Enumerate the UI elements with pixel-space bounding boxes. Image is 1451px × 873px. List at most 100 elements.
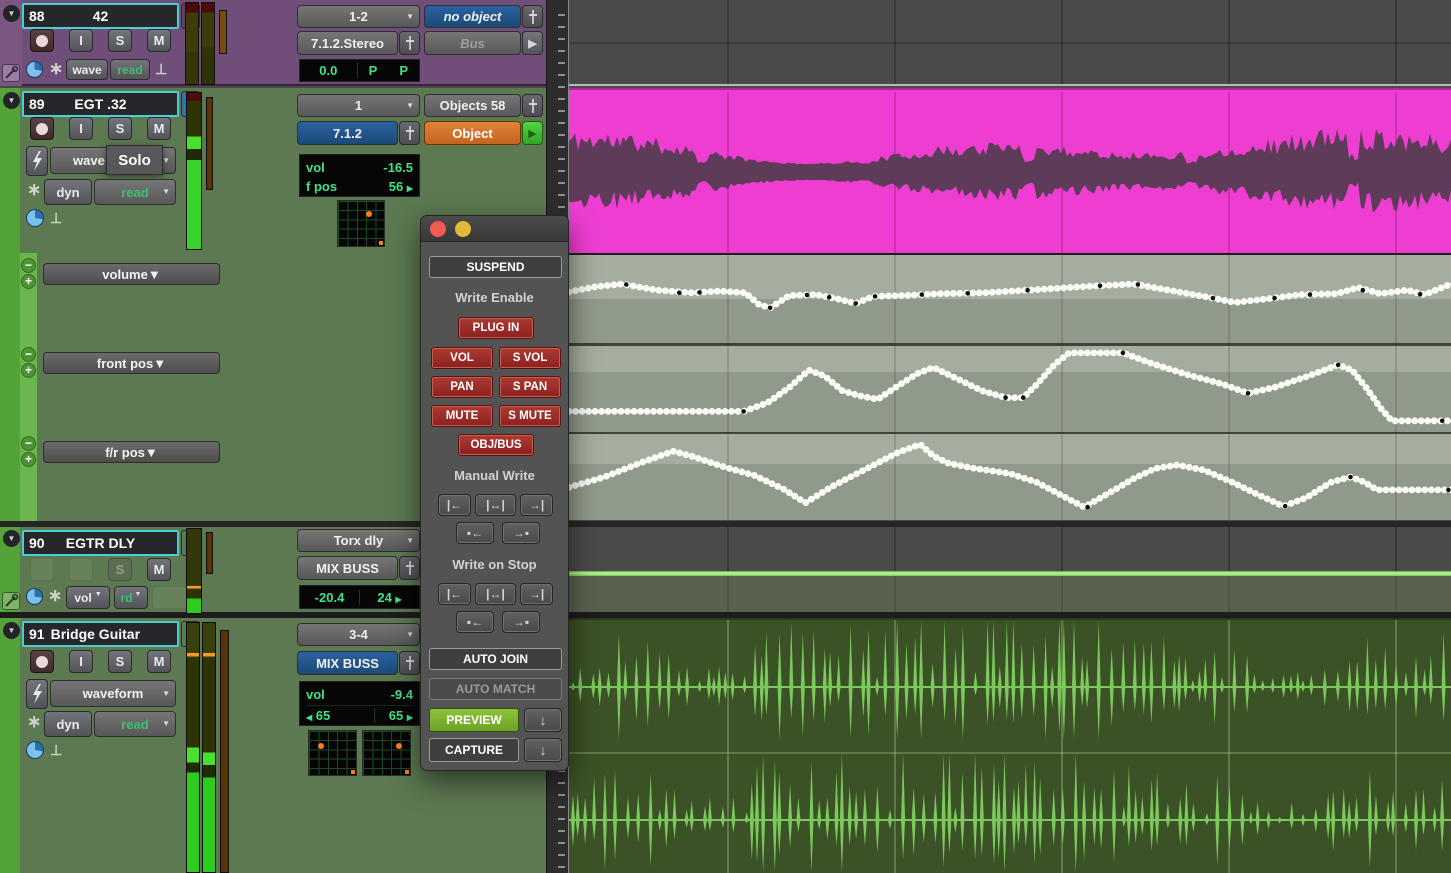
track88-timebase-icon[interactable] (26, 61, 43, 78)
track91-input-monitor-button[interactable]: I (69, 650, 93, 673)
write-enable-plugin-button[interactable]: PLUG IN (458, 317, 534, 339)
track88-format-selector[interactable]: 7.1.2.Stereo (297, 31, 398, 55)
track91-view-selector[interactable]: waveform▼ (50, 680, 176, 707)
capture-punch-button[interactable]: ↓ (524, 738, 562, 762)
track90-elastic-audio-icon[interactable]: ∗ (48, 589, 62, 603)
track89-pan-grid[interactable] (337, 200, 385, 247)
track88-gain-slider[interactable] (219, 10, 227, 54)
track88-bus-expand-button[interactable]: ▶ (522, 31, 543, 55)
track88-solo-button[interactable]: S (108, 29, 132, 52)
track88-bus-toggle[interactable]: Bus (424, 31, 521, 55)
track91-output-window-button[interactable] (399, 651, 420, 675)
suspend-button[interactable]: SUSPEND (429, 256, 562, 278)
volume-automation-curve[interactable] (569, 255, 1451, 343)
track91-name-field[interactable]: 91 Bridge Guitar (22, 621, 179, 647)
track88-object-window-button[interactable] (522, 5, 543, 28)
manual-write-to-end-button[interactable]: →| (520, 494, 553, 516)
track88-record-button[interactable] (30, 29, 54, 52)
track89-solo-button[interactable]: S (108, 117, 132, 140)
track89-automation-mode[interactable]: read▼ (94, 179, 176, 205)
track89-output-window-button[interactable] (399, 121, 420, 145)
track90-collapse-button[interactable]: ▼ (3, 530, 20, 547)
track89-elastic-toggle[interactable] (26, 146, 48, 176)
track89-object-window-button[interactable] (522, 94, 543, 117)
write-on-stop-to-start-button[interactable]: |← (438, 583, 471, 605)
track89-object-toggle[interactable]: Object (424, 121, 521, 145)
write-enable-svol-button[interactable]: S VOL (499, 347, 561, 369)
track89-input-monitor-button[interactable]: I (69, 117, 93, 140)
track91-vol-pan-display[interactable]: vol-9.4 ◀ 65 65 ▶ (299, 681, 420, 726)
track90-automation-mode[interactable]: rd▼ (114, 586, 148, 609)
track91-timebase-icon[interactable] (26, 741, 44, 759)
track88-automation-mode[interactable]: read (110, 59, 150, 80)
volume-lane-selector[interactable]: volume▼ (43, 263, 220, 285)
track90-clip-area[interactable] (569, 527, 1451, 571)
track89-collapse-button[interactable]: ▼ (3, 92, 20, 109)
track90-vol-pan-display[interactable]: -20.4 24 ▶ (299, 585, 420, 609)
track91-marker-icon[interactable]: ⊥ (50, 742, 62, 759)
track91-mute-button[interactable]: M (147, 650, 171, 673)
track90-mute-button[interactable]: M (147, 558, 171, 581)
track90-solo-button[interactable]: S (108, 558, 132, 581)
track88-object-selector[interactable]: no object (424, 5, 521, 28)
front_pos-automation-curve[interactable] (569, 346, 1451, 432)
fr-pos-lane-remove-button[interactable]: − (21, 436, 36, 451)
track90-tools-icon[interactable] (2, 592, 20, 610)
track89-gain-slider[interactable] (206, 97, 213, 190)
track91-output-selector[interactable]: 3-4▼ (297, 623, 420, 646)
track89-marker-icon[interactable]: ⊥ (50, 210, 62, 227)
track88-output-selector[interactable]: 1-2▼ (297, 5, 420, 28)
track89-name-field[interactable]: 89 EGT .32 (22, 91, 179, 117)
front-pos-lane-add-button[interactable]: + (21, 363, 36, 378)
track88-mute-button[interactable]: M (147, 29, 171, 52)
manual-write-to-all-button[interactable]: |↔| (475, 494, 516, 516)
auto-match-button[interactable]: AUTO MATCH (429, 678, 562, 700)
palette-title-bar[interactable] (421, 216, 568, 242)
track90-view-selector[interactable]: vol▼ (66, 586, 110, 609)
fr-pos-lane-add-button[interactable]: + (21, 452, 36, 467)
write-on-stop-to-all-button[interactable]: |↔| (475, 583, 516, 605)
manual-write-to-start-button[interactable]: |← (438, 494, 471, 516)
track89-format-selector[interactable]: 7.1.2 (297, 121, 398, 145)
preview-button[interactable]: PREVIEW (429, 708, 519, 732)
track89-timebase-icon[interactable] (26, 209, 44, 227)
track91-automation-mode[interactable]: read▼ (94, 711, 176, 737)
track91-record-button[interactable] (30, 650, 54, 673)
track88-level-display[interactable]: 0.0 P P (299, 59, 420, 82)
track90-output-window-button[interactable] (399, 556, 420, 580)
track91-dyn-button[interactable]: dyn (44, 711, 92, 737)
track91-elastic-toggle[interactable] (26, 679, 48, 709)
write-on-stop-back-button[interactable]: ▪← (456, 611, 494, 633)
close-window-icon[interactable] (430, 221, 446, 237)
track88-name-field[interactable]: 88 42 (22, 3, 179, 29)
track89-object-play-button[interactable]: ▶ (522, 121, 543, 145)
track91-elastic-audio-icon[interactable]: ∗ (27, 715, 41, 729)
fr_pos-automation-curve[interactable] (569, 434, 1451, 520)
track89-record-button[interactable] (30, 117, 54, 140)
manual-write-back-button[interactable]: ▪← (456, 522, 494, 544)
auto-join-button[interactable]: AUTO JOIN (429, 648, 562, 670)
track91-pan-grid-right[interactable] (362, 730, 411, 776)
write-enable-mute-button[interactable]: MUTE (431, 405, 493, 427)
track91-bus-selector[interactable]: MIX BUSS (297, 651, 398, 675)
capture-button[interactable]: CAPTURE (429, 738, 519, 762)
volume-lane-add-button[interactable]: + (21, 274, 36, 289)
minimize-window-icon[interactable] (455, 221, 471, 237)
track90-gain-slider[interactable] (206, 532, 213, 574)
write-on-stop-to-end-button[interactable]: →| (520, 583, 553, 605)
track89-elastic-audio-icon[interactable]: ∗ (27, 183, 41, 197)
write-enable-pan-button[interactable]: PAN (431, 376, 493, 398)
track89-mute-button[interactable]: M (147, 117, 171, 140)
track89-output-selector[interactable]: 1▼ (297, 94, 420, 117)
track88-input-monitor-button[interactable]: I (69, 29, 93, 52)
track90-name-field[interactable]: 90 EGTR DLY (22, 530, 179, 556)
manual-write-forward-button[interactable]: →▪ (502, 522, 540, 544)
front-pos-lane-remove-button[interactable]: − (21, 347, 36, 362)
track90-timebase-icon[interactable] (26, 588, 43, 605)
write-enable-span-button[interactable]: S PAN (499, 376, 561, 398)
preview-punch-button[interactable]: ↓ (524, 708, 562, 732)
track88-marker-icon[interactable]: ⊥ (155, 61, 167, 78)
track88-output-window-button[interactable] (399, 31, 420, 55)
volume-lane-remove-button[interactable]: − (21, 258, 36, 273)
write-on-stop-forward-button[interactable]: →▪ (502, 611, 540, 633)
